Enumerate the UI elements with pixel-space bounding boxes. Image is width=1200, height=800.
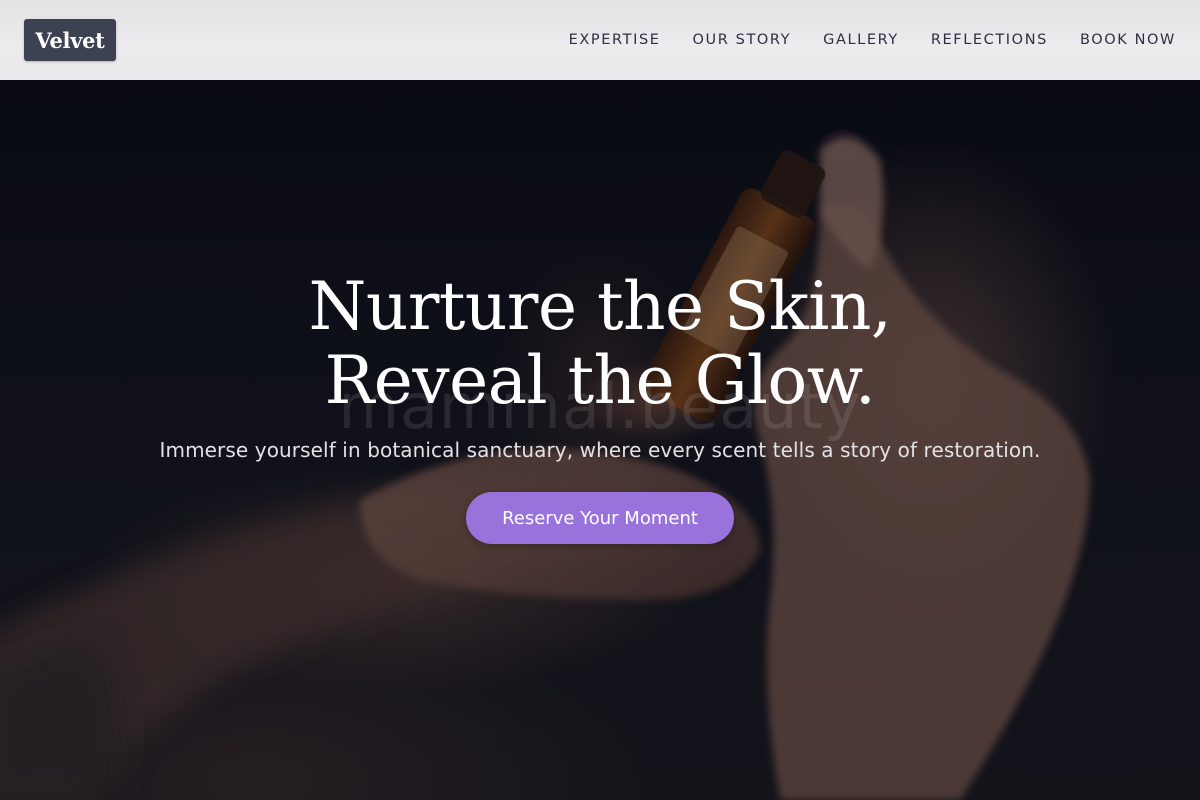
hero-subtitle: Immerse yourself in botanical sanctuary,… [159, 438, 1041, 462]
nav-link-gallery[interactable]: GALLERY [823, 32, 899, 48]
reserve-button[interactable]: Reserve Your Moment [466, 492, 734, 544]
nav-link-our-story[interactable]: OUR STORY [693, 32, 792, 48]
site-header: Velvet EXPERTISE OUR STORY GALLERY REFLE… [0, 0, 1200, 80]
nav-link-reflections[interactable]: REFLECTIONS [931, 32, 1048, 48]
hero-content: Nurture the Skin, Reveal the Glow. Immer… [0, 270, 1200, 544]
main-nav: EXPERTISE OUR STORY GALLERY REFLECTIONS … [569, 32, 1176, 48]
nav-link-expertise[interactable]: EXPERTISE [569, 32, 661, 48]
hero-section: mammal.beauty Nurture the Skin, Reveal t… [0, 80, 1200, 800]
brand-logo[interactable]: Velvet [24, 19, 116, 61]
nav-link-book-now[interactable]: BOOK NOW [1080, 32, 1176, 48]
hero-title: Nurture the Skin, Reveal the Glow. [308, 268, 892, 419]
